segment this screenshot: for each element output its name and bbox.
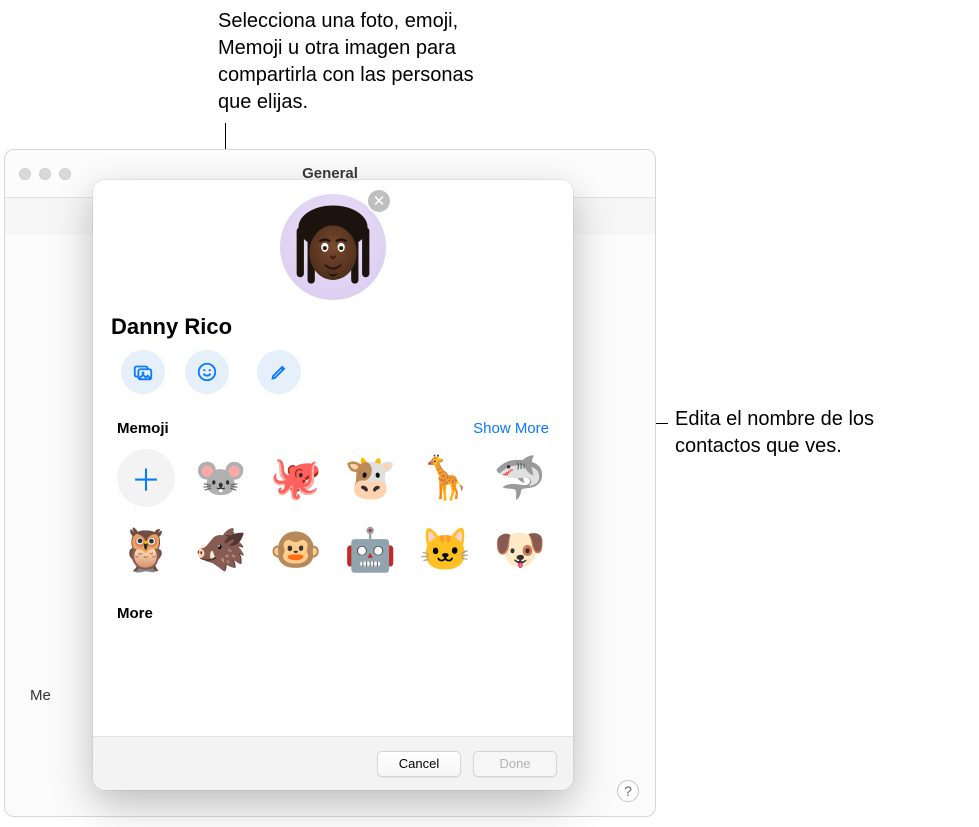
memoji-monkey[interactable]: 🐵	[267, 521, 325, 579]
memoji-dog[interactable]: 🐶	[491, 521, 549, 579]
memoji-octopus[interactable]: 🐙	[267, 449, 325, 507]
contact-name: Danny Rico	[111, 314, 555, 340]
modal-header: ✕	[93, 180, 573, 300]
memoji-face-icon	[287, 200, 379, 300]
memoji-cat[interactable]: 🐱	[416, 521, 474, 579]
memoji-giraffe[interactable]: 🦒	[416, 449, 474, 507]
memoji-shark[interactable]: 🦈	[491, 449, 549, 507]
memoji-robot[interactable]: 🤖	[341, 521, 399, 579]
cancel-button[interactable]: Cancel	[377, 751, 461, 777]
action-row	[93, 350, 573, 402]
memoji-owl[interactable]: 🦉	[117, 521, 175, 579]
show-more-link[interactable]: Show More	[473, 420, 549, 437]
memoji-cow[interactable]: 🐮	[341, 449, 399, 507]
emoji-picker-button[interactable]	[185, 350, 229, 394]
emoji-icon	[196, 361, 218, 383]
memoji-mouse[interactable]: 🐭	[192, 449, 250, 507]
close-icon: ✕	[373, 192, 386, 210]
memoji-section: Memoji Show More ＋ 🐭 🐙 🐮 🦒 🦈 🦉 🐗 🐵 🤖 🐱 🐶	[93, 402, 573, 587]
avatar-container: ✕	[280, 194, 386, 300]
add-memoji-button[interactable]: ＋	[117, 449, 175, 507]
preferences-window: General Me ?	[4, 149, 656, 817]
photo-icon	[132, 361, 154, 383]
pencil-icon	[268, 361, 290, 383]
memoji-boar[interactable]: 🐗	[192, 521, 250, 579]
memoji-section-title: Memoji	[117, 420, 169, 437]
photo-picker-button[interactable]	[121, 350, 165, 394]
done-button[interactable]: Done	[473, 751, 557, 777]
edit-name-button[interactable]	[257, 350, 301, 394]
plus-icon: ＋	[131, 456, 161, 500]
background-partial-label: Me	[30, 687, 51, 704]
modal-footer: Cancel Done	[93, 736, 573, 790]
callout-edit-name: Edita el nombre de los contactos que ves…	[675, 406, 955, 460]
callout-select-image: Selecciona una foto, emoji, Memoji u otr…	[218, 8, 478, 116]
more-section-title: More	[93, 587, 573, 642]
share-name-photo-sheet: ✕ Danny Rico	[93, 180, 573, 790]
avatar[interactable]	[280, 194, 386, 300]
help-button[interactable]: ?	[617, 780, 639, 802]
memoji-grid: ＋ 🐭 🐙 🐮 🦒 🦈 🦉 🐗 🐵 🤖 🐱 🐶	[117, 449, 549, 587]
clear-avatar-button[interactable]: ✕	[368, 190, 390, 212]
